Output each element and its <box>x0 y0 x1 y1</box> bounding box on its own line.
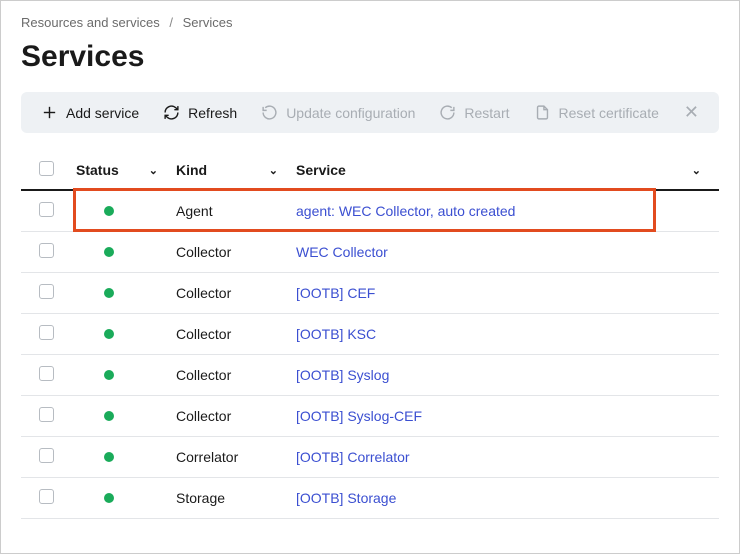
breadcrumb-current: Services <box>183 15 233 30</box>
column-header-service[interactable]: Service ⌄ <box>296 151 719 190</box>
chevron-down-icon: ⌄ <box>269 164 278 177</box>
reset-certificate-label: Reset certificate <box>559 105 659 121</box>
update-configuration-label: Update configuration <box>286 105 415 121</box>
column-header-kind[interactable]: Kind ⌄ <box>176 151 296 190</box>
service-link[interactable]: WEC Collector <box>296 244 388 260</box>
service-link[interactable]: [OOTB] CEF <box>296 285 375 301</box>
row-checkbox[interactable] <box>39 325 54 340</box>
column-header-status-label: Status <box>76 162 119 178</box>
row-checkbox[interactable] <box>39 489 54 504</box>
chevron-down-icon: ⌄ <box>692 164 701 177</box>
row-checkbox[interactable] <box>39 366 54 381</box>
select-all-checkbox[interactable] <box>39 161 54 176</box>
update-configuration-button[interactable]: Update configuration <box>261 104 415 121</box>
service-link[interactable]: [OOTB] Syslog-CEF <box>296 408 422 424</box>
refresh-button[interactable]: Refresh <box>163 104 237 121</box>
table-row[interactable]: Agentagent: WEC Collector, auto created <box>21 190 719 232</box>
breadcrumb-separator: / <box>169 15 173 30</box>
column-header-kind-label: Kind <box>176 162 207 178</box>
service-link[interactable]: [OOTB] KSC <box>296 326 376 342</box>
column-header-service-label: Service <box>296 162 346 178</box>
service-link[interactable]: [OOTB] Syslog <box>296 367 389 383</box>
kind-cell: Agent <box>176 190 296 232</box>
table-row[interactable]: Storage[OOTB] Storage <box>21 478 719 519</box>
status-indicator-icon <box>104 411 114 421</box>
row-checkbox[interactable] <box>39 202 54 217</box>
chevron-down-icon: ⌄ <box>149 164 158 177</box>
column-header-status[interactable]: Status ⌄ <box>76 151 176 190</box>
restart-button[interactable]: Restart <box>439 104 509 121</box>
row-checkbox[interactable] <box>39 284 54 299</box>
breadcrumb: Resources and services / Services <box>21 15 719 30</box>
update-icon <box>261 104 278 121</box>
breadcrumb-root[interactable]: Resources and services <box>21 15 160 30</box>
kind-cell: Storage <box>176 478 296 519</box>
table-row[interactable]: Collector[OOTB] Syslog <box>21 355 719 396</box>
table-row[interactable]: Collector[OOTB] CEF <box>21 273 719 314</box>
status-indicator-icon <box>104 206 114 216</box>
table-row[interactable]: Collector[OOTB] Syslog-CEF <box>21 396 719 437</box>
reset-certificate-button[interactable]: Reset certificate <box>534 104 659 121</box>
refresh-icon <box>163 104 180 121</box>
status-indicator-icon <box>104 493 114 503</box>
page-title: Services <box>21 40 719 74</box>
row-checkbox[interactable] <box>39 243 54 258</box>
status-indicator-icon <box>104 452 114 462</box>
service-link[interactable]: agent: WEC Collector, auto created <box>296 203 515 219</box>
table-row[interactable]: Correlator[OOTB] Correlator <box>21 437 719 478</box>
kind-cell: Collector <box>176 273 296 314</box>
row-checkbox[interactable] <box>39 448 54 463</box>
toolbar: Add service Refresh Update configuration… <box>21 92 719 133</box>
column-header-checkbox <box>21 151 76 190</box>
kind-cell: Correlator <box>176 437 296 478</box>
add-service-label: Add service <box>66 105 139 121</box>
plus-icon <box>41 104 58 121</box>
service-link[interactable]: [OOTB] Correlator <box>296 449 410 465</box>
kind-cell: Collector <box>176 355 296 396</box>
kind-cell: Collector <box>176 232 296 273</box>
table-row[interactable]: CollectorWEC Collector <box>21 232 719 273</box>
status-indicator-icon <box>104 288 114 298</box>
close-icon[interactable]: ✕ <box>684 102 699 123</box>
restart-label: Restart <box>464 105 509 121</box>
refresh-label: Refresh <box>188 105 237 121</box>
row-checkbox[interactable] <box>39 407 54 422</box>
kind-cell: Collector <box>176 314 296 355</box>
add-service-button[interactable]: Add service <box>41 104 139 121</box>
certificate-icon <box>534 104 551 121</box>
status-indicator-icon <box>104 329 114 339</box>
restart-icon <box>439 104 456 121</box>
status-indicator-icon <box>104 247 114 257</box>
table-row[interactable]: Collector[OOTB] KSC <box>21 314 719 355</box>
kind-cell: Collector <box>176 396 296 437</box>
services-table: Status ⌄ Kind ⌄ Service ⌄ Agentagent: WEC C… <box>21 151 719 519</box>
status-indicator-icon <box>104 370 114 380</box>
service-link[interactable]: [OOTB] Storage <box>296 490 396 506</box>
